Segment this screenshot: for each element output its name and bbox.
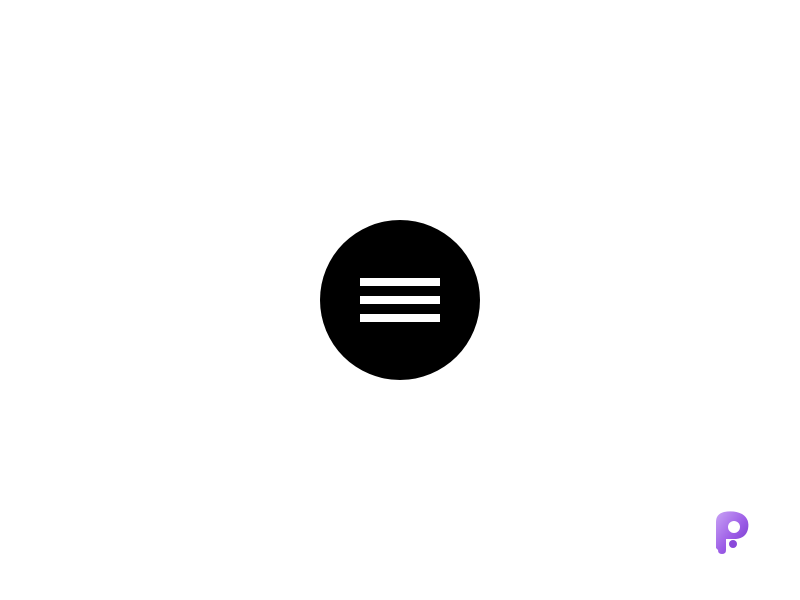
menu-bar-top	[360, 278, 440, 286]
menu-bar-middle	[360, 296, 440, 304]
menu-toggle-button[interactable]	[320, 220, 480, 380]
page-canvas	[0, 0, 800, 600]
brand-logo-icon	[716, 511, 749, 554]
menu-bar-bottom	[360, 314, 440, 322]
